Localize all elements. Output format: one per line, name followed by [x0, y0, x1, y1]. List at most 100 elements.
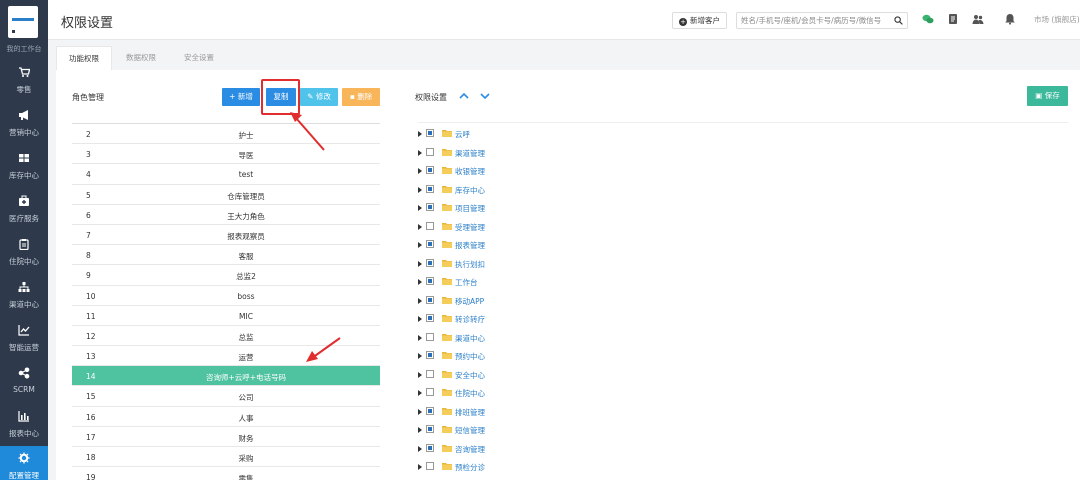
table-row[interactable]: 4 test [72, 164, 380, 185]
app-logo[interactable] [8, 6, 38, 38]
permission-item[interactable]: 库存中心 [418, 181, 1068, 200]
permission-item[interactable]: 药品 [418, 477, 1068, 480]
permission-item[interactable]: 渠道中心 [418, 329, 1068, 348]
search-input[interactable] [737, 13, 887, 28]
permission-item[interactable]: 项目管理 [418, 199, 1068, 218]
permission-checkbox[interactable] [426, 369, 434, 378]
store-name[interactable]: 市场 (旗舰店) [1034, 14, 1080, 25]
expand-caret-icon[interactable] [418, 242, 422, 248]
sidebar-item-inpatient[interactable]: 住院中心 [0, 232, 48, 274]
permission-checkbox[interactable] [426, 351, 434, 359]
sidebar-item-inventory[interactable]: 库存中心 [0, 146, 48, 188]
expand-caret-icon[interactable] [418, 371, 422, 378]
expand-caret-icon[interactable] [418, 131, 422, 137]
permission-item[interactable]: 住院中心 [418, 384, 1068, 403]
table-row[interactable]: 18 采购 [72, 447, 380, 468]
expand-caret-icon[interactable] [418, 223, 422, 230]
permission-item[interactable]: 收银管理 [418, 162, 1068, 181]
expand-caret-icon[interactable] [418, 205, 422, 211]
save-button[interactable]: ▣ 保存 [1027, 86, 1068, 106]
new-customer-button[interactable]: + 新增客户 [672, 12, 727, 29]
permission-checkbox[interactable] [426, 184, 434, 193]
expand-caret-icon[interactable] [418, 316, 422, 322]
permission-checkbox[interactable] [426, 147, 434, 156]
table-row[interactable]: 16 人事 [72, 407, 380, 427]
permission-item[interactable]: 预约中心 [418, 347, 1068, 366]
table-row[interactable]: 6 王大力角色 [72, 205, 380, 225]
expand-caret-icon[interactable] [418, 353, 422, 359]
permission-checkbox[interactable] [426, 443, 434, 452]
table-row[interactable]: 19 零售 [72, 467, 380, 480]
delete-role-button[interactable]: ▪ 删除 [342, 88, 380, 106]
sidebar-item-scrm[interactable]: SCRM [0, 361, 48, 403]
permission-item[interactable]: 受理管理 [418, 218, 1068, 237]
wechat-icon[interactable] [922, 13, 934, 25]
permission-checkbox[interactable] [426, 425, 434, 433]
permission-item[interactable]: 工作台 [418, 273, 1068, 292]
expand-caret-icon[interactable] [418, 260, 422, 267]
chevron-up-icon[interactable] [459, 92, 469, 100]
search-icon[interactable] [894, 16, 903, 25]
permission-checkbox[interactable] [426, 240, 434, 248]
expand-caret-icon[interactable] [418, 408, 422, 415]
sidebar-item-reports[interactable]: 报表中心 [0, 404, 48, 446]
permission-checkbox[interactable] [426, 221, 434, 230]
permission-item[interactable]: 排班管理 [418, 403, 1068, 422]
permission-checkbox[interactable] [426, 277, 434, 285]
sidebar-item-config[interactable]: 配置管理 [0, 446, 48, 480]
expand-caret-icon[interactable] [418, 149, 422, 156]
table-row[interactable]: 3 导医 [72, 144, 380, 165]
expand-caret-icon[interactable] [418, 464, 422, 470]
sidebar-item-channel[interactable]: 渠道中心 [0, 275, 48, 317]
table-row[interactable]: 7 报表观察员 [72, 225, 380, 246]
table-row[interactable]: 15 公司 [72, 386, 380, 407]
permission-checkbox[interactable] [426, 129, 434, 137]
expand-caret-icon[interactable] [418, 427, 422, 433]
permission-item[interactable]: 渠道管理 [418, 144, 1068, 163]
sidebar-item-operations[interactable]: 智能运营 [0, 318, 48, 360]
tab-security-settings[interactable]: 安全设置 [172, 46, 226, 70]
permission-item[interactable]: 移动APP [418, 292, 1068, 311]
permission-item[interactable]: 报表管理 [418, 236, 1068, 255]
expand-caret-icon[interactable] [418, 279, 422, 285]
table-row[interactable]: 10 boss [72, 286, 380, 306]
permission-checkbox[interactable] [426, 314, 434, 322]
permission-item[interactable]: 执行划扣 [418, 255, 1068, 274]
document-icon[interactable] [947, 13, 959, 25]
users-icon[interactable] [972, 13, 984, 25]
permission-checkbox[interactable] [426, 332, 434, 341]
table-row[interactable]: 8 客服 [72, 245, 380, 266]
tab-function-permission[interactable]: 功能权限 [56, 46, 112, 70]
tab-data-permission[interactable]: 数据权限 [114, 46, 168, 70]
permission-item[interactable]: 安全中心 [418, 366, 1068, 385]
permission-checkbox[interactable] [426, 406, 434, 415]
permission-item[interactable]: 咨询管理 [418, 440, 1068, 459]
sidebar-item-marketing[interactable]: 营销中心 [0, 103, 48, 145]
table-row[interactable]: 2 护士 [72, 124, 380, 145]
table-row[interactable]: 11 MIC [72, 306, 380, 326]
table-row[interactable]: 9 总监2 [72, 265, 380, 286]
expand-caret-icon[interactable] [418, 334, 422, 341]
permission-checkbox[interactable] [426, 166, 434, 174]
table-row-selected[interactable]: 14 咨询师+云呼+电话号码 [72, 366, 380, 387]
permission-item[interactable]: 短信管理 [418, 421, 1068, 440]
expand-caret-icon[interactable] [418, 186, 422, 193]
sidebar-item-retail[interactable]: 零售 [0, 60, 48, 102]
bell-icon[interactable] [1004, 13, 1016, 25]
permission-item[interactable]: 预检分诊 [418, 458, 1068, 477]
permission-item[interactable]: 转诊转疗 [418, 310, 1068, 329]
add-role-button[interactable]: + 新增 [222, 88, 260, 106]
expand-caret-icon[interactable] [418, 390, 422, 396]
table-row[interactable]: 17 财务 [72, 427, 380, 447]
permission-checkbox[interactable] [426, 258, 434, 267]
sidebar-item-medical[interactable]: 医疗服务 [0, 189, 48, 231]
permission-checkbox[interactable] [426, 388, 434, 396]
expand-caret-icon[interactable] [418, 297, 422, 304]
chevron-down-icon[interactable] [480, 92, 490, 100]
expand-caret-icon[interactable] [418, 168, 422, 174]
permission-checkbox[interactable] [426, 203, 434, 211]
permission-checkbox[interactable] [426, 462, 434, 470]
expand-caret-icon[interactable] [418, 445, 422, 452]
permission-checkbox[interactable] [426, 295, 434, 304]
edit-role-button[interactable]: ✎ 修改 [300, 88, 338, 106]
